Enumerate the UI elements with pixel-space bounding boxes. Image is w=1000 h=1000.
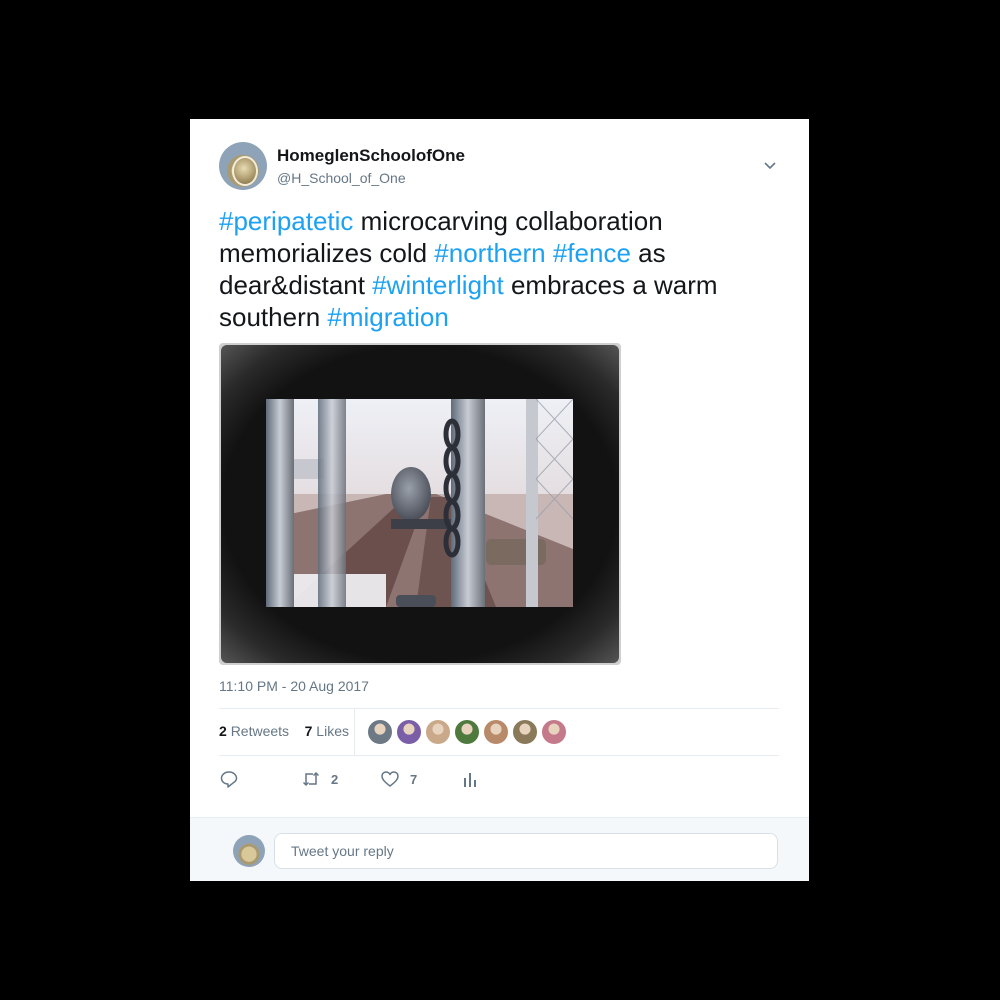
liker-avatar[interactable]	[454, 719, 480, 745]
tweet-text-segment	[546, 238, 553, 268]
likes-label: Likes	[316, 723, 349, 739]
liker-avatar[interactable]	[425, 719, 451, 745]
tweet-text: #peripatetic microcarving collaboration …	[219, 205, 779, 333]
chevron-down-icon[interactable]	[762, 157, 778, 173]
retweets-stat[interactable]: 2 Retweets	[219, 723, 289, 739]
hashtag-link[interactable]: #northern	[434, 238, 545, 268]
liker-avatar[interactable]	[512, 719, 538, 745]
reply-input[interactable]	[274, 833, 778, 869]
divider	[219, 755, 779, 756]
retweets-label: Retweets	[230, 723, 290, 739]
reply-section	[190, 817, 809, 881]
reply-icon	[219, 769, 239, 789]
tweet-timestamp[interactable]: 11:10 PM - 20 Aug 2017	[219, 678, 369, 694]
likes-stat[interactable]: 7 Likes	[305, 723, 349, 739]
stats-separator	[354, 709, 355, 755]
likes-count: 7	[304, 723, 313, 739]
fence-photo	[266, 399, 573, 607]
hashtag-link[interactable]: #peripatetic	[219, 206, 353, 236]
tweet-card: HomeglenSchoolofOne @H_School_of_One #pe…	[190, 119, 809, 881]
engagement-stats: 2 Retweets 7 Likes	[219, 723, 349, 739]
hashtag-link[interactable]: #fence	[553, 238, 631, 268]
liker-avatar[interactable]	[367, 719, 393, 745]
liker-avatar[interactable]	[396, 719, 422, 745]
analytics-icon	[462, 769, 478, 789]
hashtag-link[interactable]: #winterlight	[372, 270, 504, 300]
hashtag-link[interactable]: #migration	[327, 302, 448, 332]
action-bar: 2 7	[219, 767, 519, 791]
analytics-button[interactable]	[462, 767, 478, 791]
retweet-icon	[301, 769, 321, 789]
liker-avatar[interactable]	[541, 719, 567, 745]
like-button[interactable]: 7	[380, 767, 417, 791]
author-handle[interactable]: @H_School_of_One	[277, 170, 406, 186]
divider	[219, 708, 779, 709]
author-avatar[interactable]	[219, 142, 267, 190]
retweets-count: 2	[219, 723, 227, 739]
heart-icon	[380, 769, 400, 789]
reply-button[interactable]	[219, 767, 239, 791]
retweet-count: 2	[331, 771, 339, 787]
tweet-photo[interactable]	[219, 343, 621, 665]
like-count: 7	[410, 771, 418, 787]
retweet-button[interactable]: 2	[301, 767, 338, 791]
author-name[interactable]: HomeglenSchoolofOne	[277, 146, 465, 166]
current-user-avatar	[233, 835, 265, 867]
liker-avatar[interactable]	[483, 719, 509, 745]
